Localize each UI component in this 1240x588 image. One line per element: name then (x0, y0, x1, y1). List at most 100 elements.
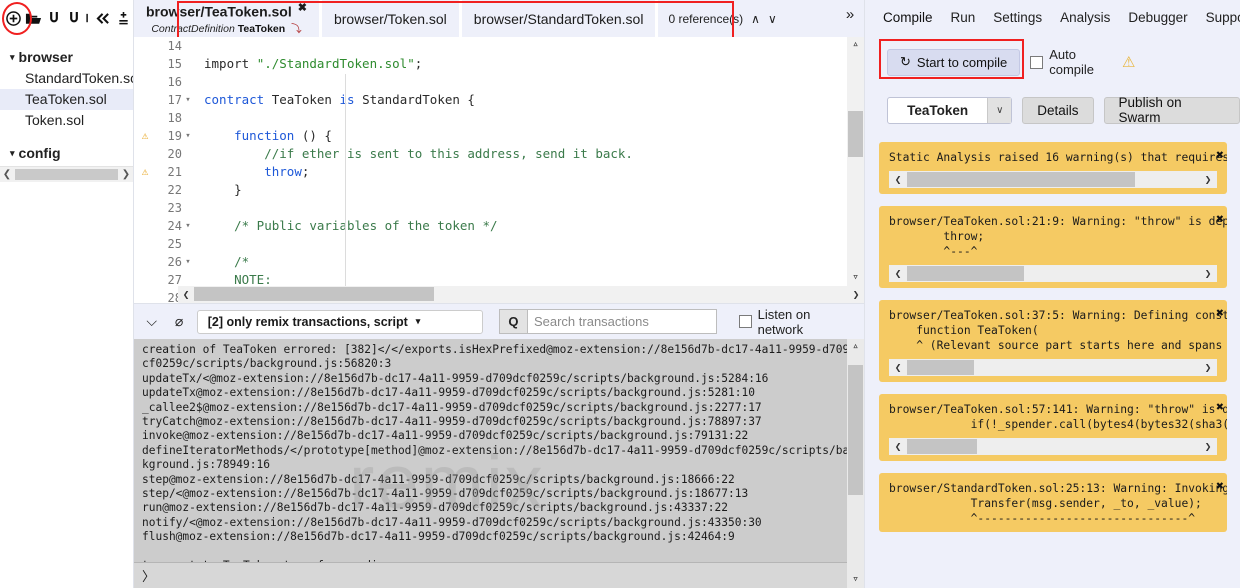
warning-horizontal-scrollbar[interactable]: ❮ ❯ (889, 359, 1217, 376)
search-icon[interactable]: Q (498, 309, 527, 334)
checkbox-box[interactable] (738, 315, 752, 328)
reference-prev-icon[interactable]: ∧ (751, 12, 760, 26)
scrollbar-thumb[interactable] (907, 172, 1135, 187)
code-line[interactable]: 25 (134, 235, 864, 253)
tab-teatoken[interactable]: browser/TeaToken.sol ✖ ContractDefinition… (134, 0, 322, 37)
terminal-log[interactable]: remix creation of TeaToken errored: [382… (134, 339, 864, 588)
code-line[interactable]: 20 //if ether is sent to this address, s… (134, 145, 864, 163)
scrollbar-track[interactable] (907, 438, 1199, 455)
goto-definition-icon[interactable]: ⤵ (291, 23, 302, 35)
warning-card[interactable]: browser/StandardToken.sol:25:13: Warning… (879, 473, 1227, 532)
scroll-left-arrow-icon[interactable]: ❮ (889, 439, 907, 454)
warning-horizontal-scrollbar[interactable]: ❮ ❯ (889, 265, 1217, 282)
open-folder-icon[interactable] (24, 6, 44, 32)
details-button[interactable]: Details (1022, 96, 1094, 124)
scrollbar-track[interactable] (194, 286, 848, 303)
tree-folder-browser[interactable]: ▾ browser (0, 47, 133, 68)
scroll-left-arrow-icon[interactable]: ❮ (889, 172, 907, 187)
tab-analysis[interactable]: Analysis (1052, 6, 1118, 29)
scroll-down-arrow-icon[interactable]: ▿ (852, 270, 859, 286)
tab-close-icon[interactable]: ✖ (298, 2, 307, 14)
fold-toggle-icon[interactable]: ▾ (182, 91, 194, 109)
warning-card[interactable]: browser/TeaToken.sol:21:9: Warning: "thr… (879, 206, 1227, 288)
terminal-clear-icon[interactable]: ⌀ (169, 313, 188, 330)
code-line[interactable]: ⚠ 21 throw; (134, 163, 864, 181)
code-line[interactable]: ⚠ 19 ▾ function () { (134, 127, 864, 145)
code-line[interactable]: 17 ▾ contract TeaToken is StandardToken { (134, 91, 864, 109)
warning-close-icon[interactable]: ✖ (1216, 479, 1224, 494)
tree-file-teatoken[interactable]: TeaToken.sol (0, 89, 133, 110)
tree-file-standardtoken[interactable]: StandardToken.sol (0, 68, 133, 89)
warning-close-icon[interactable]: ✖ (1216, 212, 1224, 227)
terminal-filter-dropdown[interactable]: [2] only remix transactions, script ▾ (196, 309, 483, 334)
tab-standardtoken[interactable]: browser/StandardToken.sol (461, 0, 659, 37)
code-line[interactable]: 26 ▾ /* (134, 253, 864, 271)
auto-compile-checkbox[interactable]: Auto compile (1030, 47, 1094, 77)
warning-horizontal-scrollbar[interactable]: ❮ ❯ (889, 438, 1217, 455)
publish-on-swarm-button[interactable]: Publish on Swarm (1103, 95, 1240, 125)
scrollbar-thumb[interactable] (848, 111, 863, 157)
tree-file-token[interactable]: Token.sol (0, 110, 133, 131)
copy-icon[interactable] (84, 6, 93, 32)
editor-horizontal-scrollbar[interactable]: ❮ ❯ (178, 286, 864, 303)
editor-vertical-scrollbar[interactable]: ▵ ▿ (847, 37, 864, 286)
scrollbar-thumb[interactable] (15, 169, 118, 180)
fold-toggle-icon[interactable]: ▾ (182, 127, 194, 145)
terminal-input-prompt[interactable]: 〉 (134, 562, 847, 588)
scrollbar-thumb[interactable] (907, 439, 978, 454)
scroll-left-arrow-icon[interactable]: ❮ (889, 266, 907, 281)
scrollbar-thumb[interactable] (848, 365, 863, 495)
scroll-left-arrow-icon[interactable]: ❮ (178, 288, 194, 301)
scrollbar-track[interactable] (847, 53, 864, 270)
expand-collapse-icon[interactable] (113, 6, 133, 32)
tab-token[interactable]: browser/Token.sol (321, 0, 462, 37)
scrollbar-thumb[interactable] (907, 360, 975, 375)
collapse-all-icon[interactable] (93, 6, 113, 32)
scroll-right-arrow-icon[interactable]: ❯ (848, 288, 864, 301)
scroll-right-arrow-icon[interactable]: ❯ (1199, 172, 1217, 187)
code-line[interactable]: 18 (134, 109, 864, 127)
scroll-right-arrow-icon[interactable]: ❯ (119, 169, 133, 180)
start-to-compile-button[interactable]: ↻ Start to compile (887, 48, 1021, 76)
code-line[interactable]: 24 ▾ /* Public variables of the token */ (134, 217, 864, 235)
scrollbar-track[interactable] (907, 265, 1199, 282)
github-pull-icon[interactable] (44, 6, 64, 32)
warning-close-icon[interactable]: ✖ (1216, 148, 1224, 163)
tree-folder-config[interactable]: ▾ config (0, 143, 133, 164)
scrollbar-thumb[interactable] (907, 266, 1024, 281)
scroll-right-arrow-icon[interactable]: ❯ (1199, 360, 1217, 375)
tab-run[interactable]: Run (943, 6, 984, 29)
create-file-icon[interactable] (4, 6, 24, 32)
file-explorer-horizontal-scrollbar[interactable]: ❮ ❯ (0, 166, 133, 182)
tab-compile[interactable]: Compile (875, 6, 941, 29)
warning-close-icon[interactable]: ✖ (1216, 400, 1224, 415)
reference-next-icon[interactable]: ∨ (768, 12, 777, 26)
code-line[interactable]: 16 (134, 73, 864, 91)
scroll-right-arrow-icon[interactable]: ❯ (1199, 266, 1217, 281)
scroll-up-arrow-icon[interactable]: ▵ (852, 37, 859, 53)
scrollbar-track[interactable] (847, 355, 864, 572)
code-line[interactable]: 14 (134, 37, 864, 55)
code-line[interactable]: 22 } (134, 181, 864, 199)
scrollbar-thumb[interactable] (194, 287, 434, 301)
warning-card[interactable]: browser/TeaToken.sol:57:141: Warning: "t… (879, 394, 1227, 461)
search-input[interactable] (526, 309, 717, 334)
fold-toggle-icon[interactable]: ▾ (182, 253, 194, 271)
terminal-collapse-icon[interactable]: ⌵ (142, 313, 161, 330)
line-warning-icon[interactable]: ⚠ (134, 163, 156, 181)
chevron-down-icon[interactable]: ∨ (987, 97, 1012, 123)
warning-card[interactable]: browser/TeaToken.sol:37:5: Warning: Defi… (879, 300, 1227, 382)
listen-on-network-checkbox[interactable]: Listen on network (738, 307, 856, 337)
scrollbar-track[interactable] (907, 359, 1199, 376)
warning-close-icon[interactable]: ✖ (1216, 306, 1224, 321)
github-push-icon[interactable] (64, 6, 84, 32)
tab-settings[interactable]: Settings (985, 6, 1050, 29)
scroll-left-arrow-icon[interactable]: ❮ (889, 360, 907, 375)
checkbox-box[interactable] (1030, 55, 1044, 69)
code-line[interactable]: 23 (134, 199, 864, 217)
tab-support[interactable]: Support (1198, 6, 1240, 29)
scrollbar-track[interactable] (907, 171, 1199, 188)
scroll-right-arrow-icon[interactable]: ❯ (1199, 439, 1217, 454)
terminal-vertical-scrollbar[interactable]: ▵ ▿ (847, 339, 864, 588)
tab-debugger[interactable]: Debugger (1120, 6, 1195, 29)
